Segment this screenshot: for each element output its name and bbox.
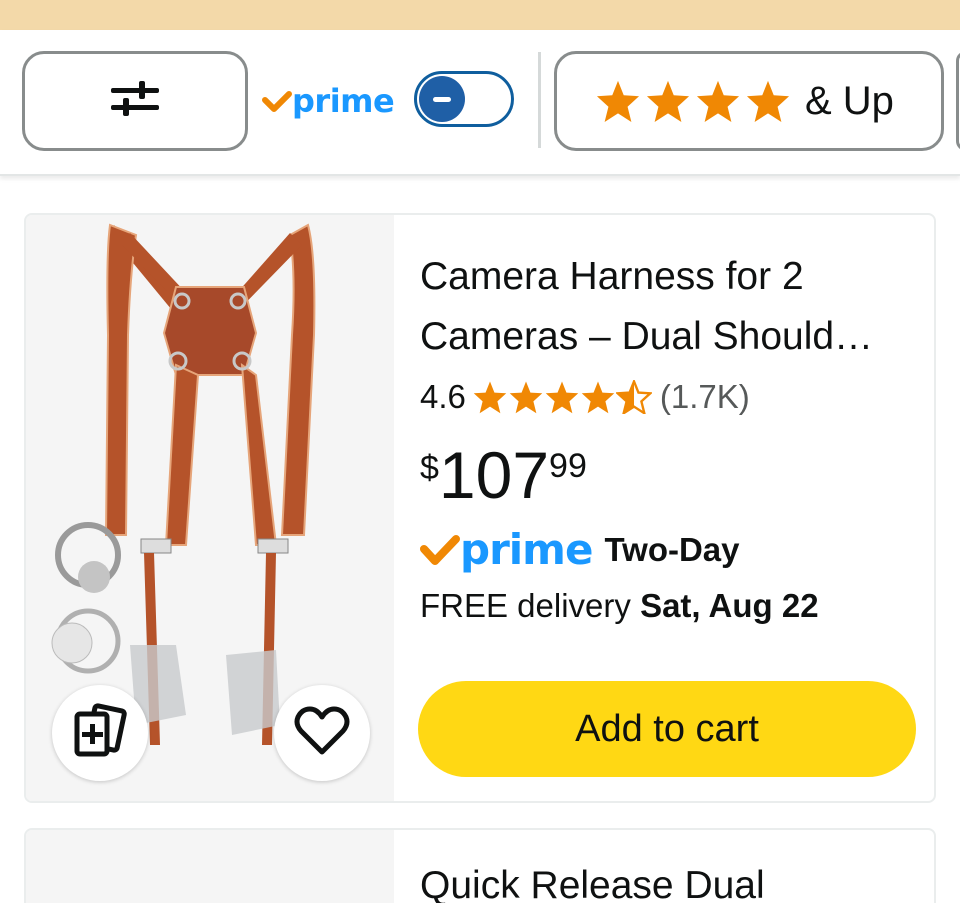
product-title-line2: Cameras – Dual Should… [420, 315, 874, 358]
heart-icon [294, 706, 350, 761]
four-stars-icon [595, 79, 791, 123]
product-title[interactable]: Quick Release Dual [420, 864, 765, 903]
price-symbol: $ [420, 449, 439, 487]
sliders-icon [109, 79, 161, 124]
prime-logo: prime [262, 82, 395, 120]
filter-divider [538, 52, 541, 148]
toggle-knob [419, 76, 465, 122]
prime-logo-text: prime [460, 525, 593, 574]
price-whole: 107 [438, 438, 550, 512]
prime-toggle[interactable] [414, 71, 514, 127]
review-count: (1.7K) [659, 378, 750, 415]
rating-row[interactable]: 4.6 (1.7K) [420, 373, 750, 421]
product-title-line1: Camera Harness for 2 [420, 255, 804, 298]
price-fraction: 99 [549, 447, 587, 485]
delivery-prefix: FREE delivery [420, 587, 641, 624]
product-card[interactable]: Camera Harness for 2 Cameras – Dual Shou… [24, 213, 936, 803]
compare-button[interactable] [52, 685, 148, 781]
product-card[interactable]: Quick Release Dual [24, 828, 936, 903]
prime-filter-label: prime [292, 82, 395, 120]
shipping-speed: Two-Day [604, 531, 740, 568]
prime-check-icon [262, 91, 292, 112]
delivery-info: FREE delivery Sat, Aug 22 [420, 587, 819, 625]
compare-icon [71, 702, 129, 765]
prime-shipping-row: prime Two-Day [420, 525, 740, 575]
top-banner-strip [0, 0, 960, 30]
add-to-cart-button[interactable]: Add to cart [418, 681, 916, 777]
next-filter-chip[interactable] [956, 51, 960, 151]
prime-filter[interactable]: prime [262, 71, 514, 131]
rating-value: 4.6 [420, 378, 466, 415]
filter-bar: prime & Up [0, 30, 960, 176]
wishlist-button[interactable] [274, 685, 370, 781]
prime-check-icon [420, 535, 460, 565]
rating-stars-icon [472, 380, 652, 414]
stars-filter-button[interactable]: & Up [554, 51, 944, 151]
delivery-date: Sat, Aug 22 [640, 587, 819, 624]
product-title[interactable]: Camera Harness for 2 Cameras – Dual Shou… [420, 247, 920, 369]
filters-button[interactable] [22, 51, 248, 151]
product-image[interactable] [26, 830, 394, 903]
stars-filter-label: & Up [805, 78, 894, 123]
price: $ 107 99 [420, 439, 587, 511]
product-info: Camera Harness for 2 Cameras – Dual Shou… [418, 215, 934, 801]
